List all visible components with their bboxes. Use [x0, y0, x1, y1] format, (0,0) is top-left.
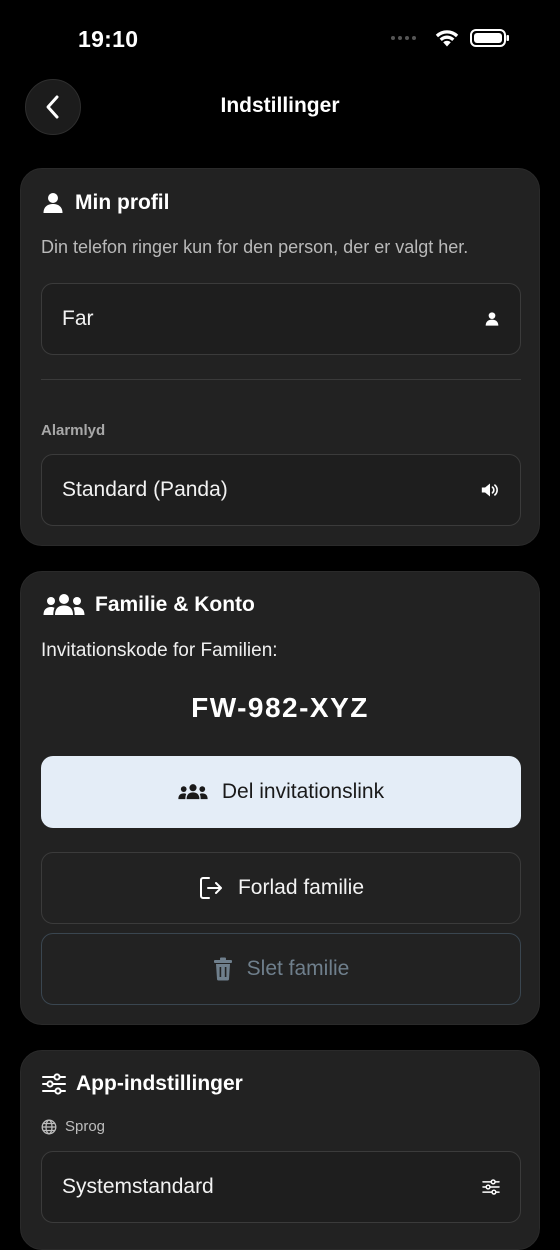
- profile-card: Min profil Din telefon ringer kun for de…: [20, 168, 540, 546]
- sliders-icon: [42, 1073, 66, 1095]
- delete-family-label: Slet familie: [246, 957, 350, 980]
- globe-icon: [41, 1119, 57, 1134]
- invite-code-label: Invitationskode for Familien:: [41, 640, 278, 661]
- language-select-value: Systemstandard: [62, 1175, 214, 1198]
- app-settings-card: App-indstillinger Sprog Systemstandard: [20, 1050, 540, 1250]
- logout-icon: [199, 877, 222, 899]
- status-icons: [391, 28, 510, 48]
- person-select[interactable]: Far: [41, 283, 521, 355]
- language-label-row: Sprog: [41, 1118, 105, 1135]
- profile-description: Din telefon ringer kun for den person, d…: [41, 237, 469, 257]
- leave-family-button[interactable]: Forlad familie: [41, 852, 521, 924]
- language-select[interactable]: Systemstandard: [41, 1151, 521, 1223]
- person-icon: [43, 193, 63, 213]
- profile-card-title: Min profil: [75, 191, 170, 214]
- family-card: Familie & Konto Invitationskode for Fami…: [20, 571, 540, 1025]
- invite-code: FW-982-XYZ: [191, 692, 369, 723]
- language-label: Sprog: [65, 1118, 106, 1135]
- divider: [41, 379, 521, 380]
- alarm-label: Alarmlyd: [41, 422, 106, 439]
- family-card-title: Familie & Konto: [95, 593, 255, 616]
- share-invite-link-button[interactable]: Del invitationslink: [41, 756, 521, 828]
- page-title: Indstillinger: [220, 94, 340, 117]
- delete-family-button[interactable]: Slet familie: [41, 933, 521, 1005]
- person-icon: [485, 312, 499, 326]
- leave-family-label: Forlad familie: [237, 876, 365, 899]
- person-select-value: Far: [62, 307, 94, 330]
- app-settings-header: App-indstillinger: [42, 1072, 243, 1096]
- app-settings-title: App-indstillinger: [76, 1072, 243, 1095]
- battery-icon: [470, 29, 509, 47]
- users-icon: [43, 594, 85, 615]
- sliders-icon: [482, 1179, 500, 1195]
- wifi-icon: [435, 30, 459, 47]
- signal-icon: [391, 36, 416, 40]
- trash-icon: [213, 957, 232, 981]
- users-icon: [178, 784, 208, 800]
- alarm-sound-select[interactable]: Standard (Panda): [41, 454, 521, 526]
- share-invite-link-label: Del invitationslink: [221, 780, 385, 803]
- status-time: 19:10: [78, 26, 139, 52]
- profile-card-header: Min profil: [41, 191, 169, 215]
- speaker-icon: [481, 483, 498, 497]
- alarm-sound-value: Standard (Panda): [62, 478, 228, 501]
- family-card-header: Familie & Konto: [43, 593, 255, 617]
